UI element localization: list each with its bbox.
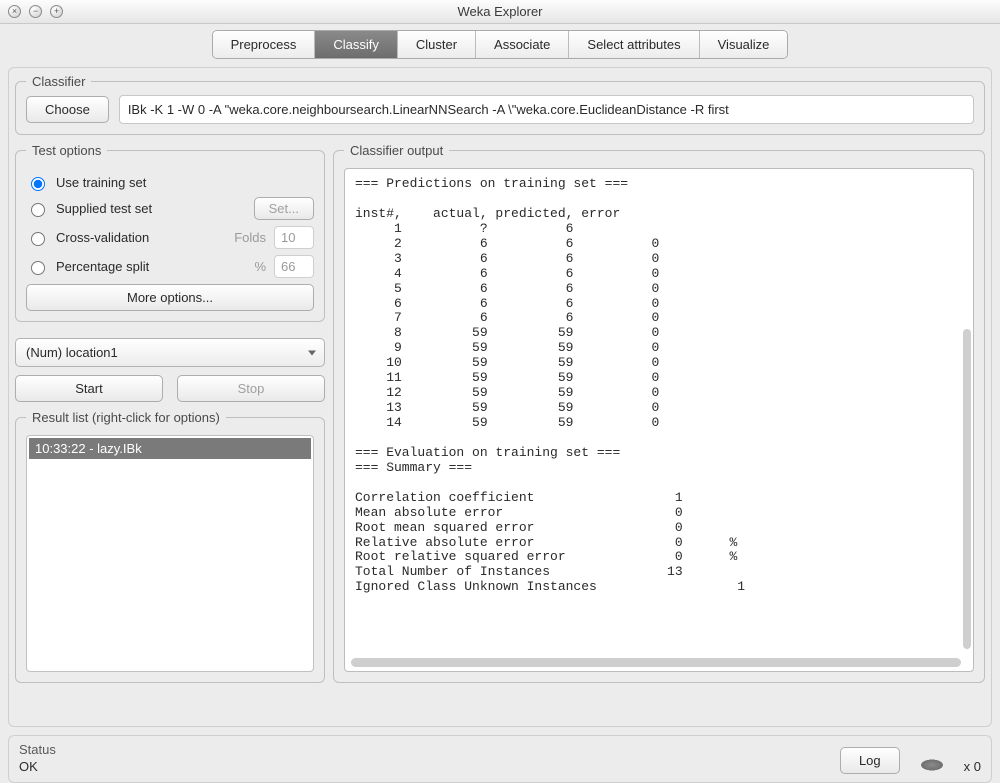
radio-percentage-split[interactable] — [31, 261, 45, 275]
tab-cluster[interactable]: Cluster — [398, 31, 476, 58]
tab-preprocess[interactable]: Preprocess — [213, 31, 316, 58]
log-button[interactable]: Log — [840, 747, 900, 774]
folds-field[interactable]: 10 — [274, 226, 314, 249]
cross-validation-label: Cross-validation — [56, 230, 149, 245]
window-title: Weka Explorer — [0, 4, 1000, 19]
minimize-icon[interactable]: − — [29, 5, 42, 18]
status-bar: Status OK Log x 0 — [8, 735, 992, 783]
main-frame: Classifier Choose IBk -K 1 -W 0 -A "weka… — [8, 67, 992, 727]
classifier-output-text[interactable]: === Predictions on training set === inst… — [344, 168, 974, 672]
set-button[interactable]: Set... — [254, 197, 314, 220]
start-button[interactable]: Start — [15, 375, 163, 402]
tab-classify[interactable]: Classify — [315, 31, 398, 58]
percent-symbol: % — [254, 259, 266, 274]
tab-associate[interactable]: Associate — [476, 31, 569, 58]
classifier-output-legend: Classifier output — [344, 143, 449, 158]
more-options-button[interactable]: More options... — [26, 284, 314, 311]
result-list-group: Result list (right-click for options) 10… — [15, 410, 325, 683]
titlebar: × − + Weka Explorer — [0, 0, 1000, 24]
result-item[interactable]: 10:33:22 - lazy.IBk — [29, 438, 311, 459]
test-options-group: Test options Use training set Supplied t… — [15, 143, 325, 322]
weka-bird-icon — [912, 754, 952, 774]
output-text: === Predictions on training set === inst… — [355, 176, 745, 594]
folds-label: Folds — [234, 230, 266, 245]
radio-cross-validation[interactable] — [31, 232, 45, 246]
radio-use-training[interactable] — [31, 177, 45, 191]
zoom-icon[interactable]: + — [50, 5, 63, 18]
tabstrip: PreprocessClassifyClusterAssociateSelect… — [0, 24, 1000, 59]
class-attribute-select[interactable]: (Num) location1 — [15, 338, 325, 367]
result-list-legend: Result list (right-click for options) — [26, 410, 226, 425]
tab-visualize[interactable]: Visualize — [700, 31, 788, 58]
stop-button[interactable]: Stop — [177, 375, 325, 402]
classifier-legend: Classifier — [26, 74, 91, 89]
status-legend: Status — [19, 742, 828, 757]
choose-button[interactable]: Choose — [26, 96, 109, 123]
supplied-test-label: Supplied test set — [56, 201, 152, 216]
horizontal-scrollbar[interactable] — [351, 658, 961, 667]
test-options-legend: Test options — [26, 143, 107, 158]
tabset: PreprocessClassifyClusterAssociateSelect… — [212, 30, 789, 59]
use-training-label: Use training set — [56, 175, 146, 190]
close-icon[interactable]: × — [8, 5, 21, 18]
percent-field[interactable]: 66 — [274, 255, 314, 278]
window-controls: × − + — [8, 5, 63, 18]
tab-select-attributes[interactable]: Select attributes — [569, 31, 699, 58]
classifier-command-field[interactable]: IBk -K 1 -W 0 -A "weka.core.neighboursea… — [119, 95, 974, 124]
vertical-scrollbar[interactable] — [963, 329, 971, 649]
percentage-split-label: Percentage split — [56, 259, 149, 274]
classifier-output-group: Classifier output === Predictions on tra… — [333, 143, 985, 683]
radio-supplied-test-set[interactable] — [31, 203, 45, 217]
result-list[interactable]: 10:33:22 - lazy.IBk — [26, 435, 314, 672]
classifier-group: Classifier Choose IBk -K 1 -W 0 -A "weka… — [15, 74, 985, 135]
